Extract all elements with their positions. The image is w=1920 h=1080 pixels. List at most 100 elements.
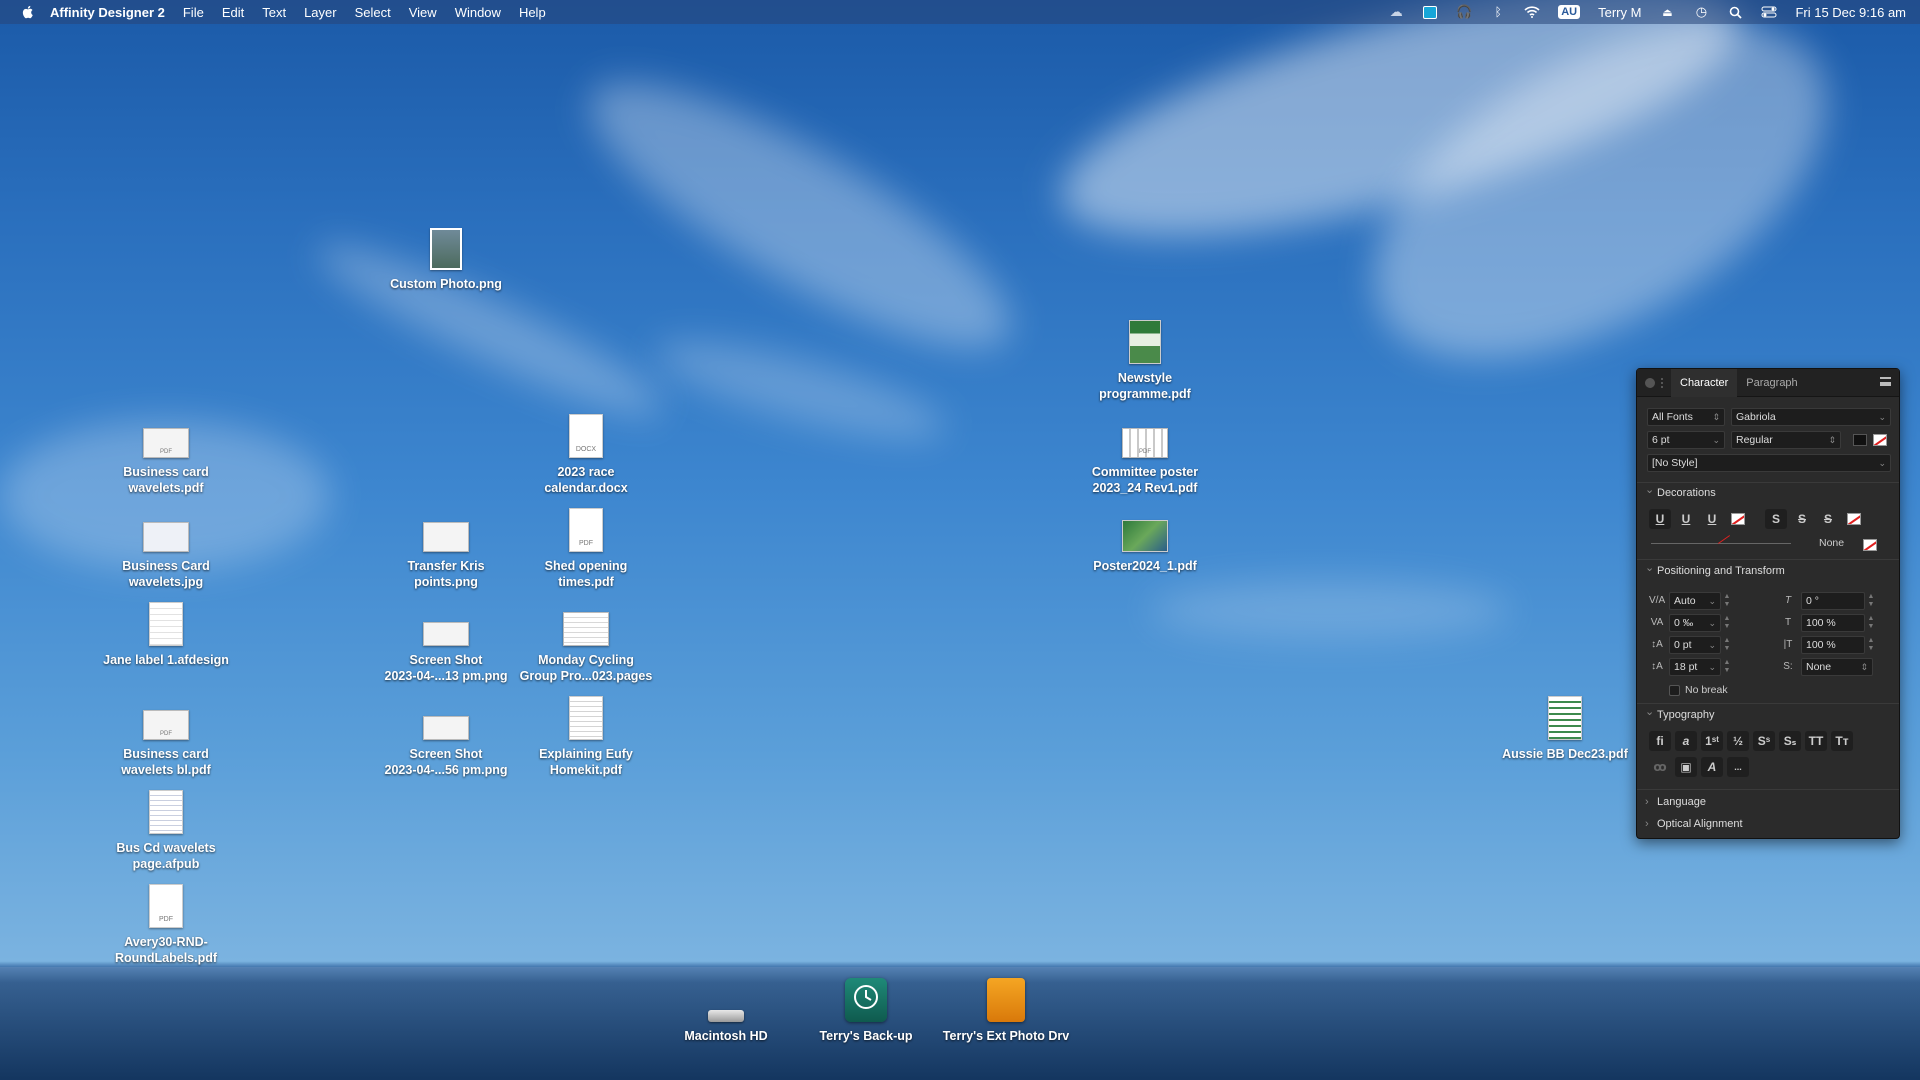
input-source-indicator[interactable]: AU xyxy=(1558,5,1581,19)
text-style-select[interactable]: [No Style] ⌄ xyxy=(1647,454,1891,472)
shear-field[interactable]: 0 ° xyxy=(1801,592,1865,610)
menu-text[interactable]: Text xyxy=(262,5,286,20)
section-language[interactable]: Language xyxy=(1637,792,1899,812)
bluetooth-icon[interactable]: ᛒ xyxy=(1490,5,1506,19)
apple-menu-icon[interactable] xyxy=(20,4,36,20)
ligatures-button[interactable]: fi xyxy=(1649,731,1671,751)
tracking-stepper[interactable]: ▲ ▼ xyxy=(1723,615,1731,631)
clock[interactable]: Fri 15 Dec 9:16 am xyxy=(1795,5,1906,20)
underline-color-none-swatch[interactable] xyxy=(1731,513,1745,525)
status-app-icon[interactable] xyxy=(1422,5,1438,19)
desktop-file-2023-race-calendar[interactable]: DOCX 2023 race calendar.docx xyxy=(511,410,661,496)
subscript-button[interactable]: Sₛ xyxy=(1779,731,1801,751)
no-break-checkbox[interactable] xyxy=(1669,685,1680,696)
tracking-field[interactable]: 0 ‰ ⌄ xyxy=(1669,614,1721,632)
all-caps-button[interactable]: TT xyxy=(1805,731,1827,751)
control-centre-icon[interactable] xyxy=(1761,5,1777,19)
decoration-fill-none-swatch[interactable] xyxy=(1863,539,1877,551)
panel-close-button[interactable] xyxy=(1645,377,1655,388)
menu-help[interactable]: Help xyxy=(519,5,546,20)
text-fill-swatch[interactable] xyxy=(1853,434,1867,446)
drive-macintosh-hd[interactable]: Macintosh HD xyxy=(651,974,801,1044)
tab-character[interactable]: Character xyxy=(1671,368,1738,397)
desktop-file-business-card-wavelets-pdf[interactable]: PDF Business card wavelets.pdf xyxy=(91,410,241,496)
horizontal-scale-field[interactable]: 100 % xyxy=(1801,636,1865,654)
horizontal-scale-stepper[interactable]: ▲ ▼ xyxy=(1867,637,1875,653)
desktop-file-business-card-wavelets-bl[interactable]: PDF Business card wavelets bl.pdf xyxy=(91,692,241,778)
vertical-scale-field[interactable]: 100 % xyxy=(1801,614,1865,632)
menu-file[interactable]: File xyxy=(183,5,204,20)
glyph-case-button[interactable]: ▣ xyxy=(1675,757,1697,777)
ordinals-button[interactable]: 1ˢᵗ xyxy=(1701,731,1723,751)
app-menu[interactable]: Affinity Designer 2 xyxy=(50,5,165,20)
file-label: 2023 race calendar.docx xyxy=(544,465,628,495)
desktop-file-shed-opening-times[interactable]: PDF Shed opening times.pdf xyxy=(511,504,661,590)
discretionary-ligatures-button[interactable]: a xyxy=(1675,731,1697,751)
strikethrough-button[interactable]: S xyxy=(1765,509,1787,529)
creative-cloud-icon[interactable]: ☁ xyxy=(1388,4,1404,19)
underline-double-button[interactable]: U xyxy=(1675,509,1697,529)
underline-single-button[interactable]: U xyxy=(1649,509,1671,529)
desktop-file-transfer-kris-points[interactable]: Transfer Kris points.png xyxy=(371,504,521,590)
position-select[interactable]: None ⇕ xyxy=(1801,658,1873,676)
font-collection-select[interactable]: All Fonts ⇕ xyxy=(1647,408,1725,426)
strikethrough-double-button[interactable]: S xyxy=(1791,509,1813,529)
desktop-file-screen-shot-56pm[interactable]: Screen Shot 2023-04-...56 pm.png xyxy=(371,692,521,778)
baseline-field[interactable]: 0 pt ⌄ xyxy=(1669,636,1721,654)
headphones-icon[interactable]: 🎧 xyxy=(1456,4,1472,19)
more-typography-button[interactable]: ... xyxy=(1727,757,1749,777)
menu-layer[interactable]: Layer xyxy=(304,5,337,20)
swash-button[interactable]: A xyxy=(1701,757,1723,777)
wifi-icon[interactable] xyxy=(1524,5,1540,19)
strikethrough-custom-button[interactable]: S xyxy=(1817,509,1839,529)
desktop-file-newstyle-programme[interactable]: Newstyle programme.pdf xyxy=(1070,316,1220,402)
baseline-stepper[interactable]: ▲ ▼ xyxy=(1723,637,1731,653)
font-style-select[interactable]: Regular ⇕ xyxy=(1731,431,1841,449)
section-typography[interactable]: Typography xyxy=(1637,702,1899,725)
panel-grip-icon[interactable] xyxy=(1661,377,1667,388)
font-size-field[interactable]: 6 pt ⌄ xyxy=(1647,431,1725,449)
drive-terrys-back-up[interactable]: Terry's Back-up xyxy=(791,974,941,1044)
spotlight-search-icon[interactable] xyxy=(1727,5,1743,19)
tab-paragraph[interactable]: Paragraph xyxy=(1737,369,1806,397)
shear-stepper[interactable]: ▲ ▼ xyxy=(1867,593,1875,609)
desktop-file-committee-poster[interactable]: PDF Committee poster 2023_24 Rev1.pdf xyxy=(1070,410,1220,496)
user-name[interactable]: Terry M xyxy=(1598,5,1641,20)
leading-stepper[interactable]: ▲ ▼ xyxy=(1723,659,1731,675)
kerning-stepper[interactable]: ▲ ▼ xyxy=(1723,593,1731,609)
time-machine-status-icon[interactable]: ◷ xyxy=(1693,4,1709,19)
desktop-file-screen-shot-13pm[interactable]: Screen Shot 2023-04-...13 pm.png xyxy=(371,598,521,684)
strike-color-none-swatch[interactable] xyxy=(1847,513,1861,525)
kerning-field[interactable]: Auto ⌄ xyxy=(1669,592,1721,610)
desktop-file-jane-label[interactable]: Jane label 1.afdesign xyxy=(91,598,241,668)
leading-field[interactable]: 18 pt ⌄ xyxy=(1669,658,1721,676)
desktop-file-custom-photo[interactable]: Custom Photo.png xyxy=(371,222,521,292)
text-stroke-none-swatch[interactable] xyxy=(1873,434,1887,446)
desktop-file-bus-cd-wavelets-page[interactable]: Bus Cd wavelets page.afpub xyxy=(91,786,241,872)
desktop-file-avery30[interactable]: PDF Avery30-RND- RoundLabels.pdf xyxy=(91,880,241,966)
menu-view[interactable]: View xyxy=(409,5,437,20)
drive-terrys-ext-photo[interactable]: Terry's Ext Photo Drv xyxy=(931,974,1081,1044)
desktop-file-monday-cycling[interactable]: Monday Cycling Group Pro...023.pages xyxy=(511,598,661,684)
small-caps-button[interactable]: Tᴛ xyxy=(1831,731,1853,751)
panel-menu-icon[interactable] xyxy=(1880,377,1891,386)
superscript-button[interactable]: Sˢ xyxy=(1753,731,1775,751)
section-optical-alignment[interactable]: Optical Alignment xyxy=(1637,814,1899,834)
fractions-button[interactable]: ½ xyxy=(1727,731,1749,751)
eject-icon[interactable]: ⏏ xyxy=(1659,5,1675,19)
menu-edit[interactable]: Edit xyxy=(222,5,244,20)
desktop-file-business-card-wavelets-jpg[interactable]: Business Card wavelets.jpg xyxy=(91,504,241,590)
font-family-select[interactable]: Gabriola ⌄ xyxy=(1731,408,1891,426)
desktop-file-explaining-eufy[interactable]: Explaining Eufy Homekit.pdf xyxy=(511,692,661,778)
desktop-file-poster2024[interactable]: Poster2024_1.pdf xyxy=(1070,504,1220,574)
underline-custom-button[interactable]: U xyxy=(1701,509,1723,529)
stylistic-alternates-button[interactable]: ꝏ xyxy=(1649,757,1671,777)
horizontal-scale-value: 100 % xyxy=(1806,639,1836,651)
section-positioning[interactable]: Positioning and Transform xyxy=(1637,558,1899,581)
section-decorations[interactable]: Decorations xyxy=(1637,480,1899,503)
menu-window[interactable]: Window xyxy=(455,5,501,20)
menu-select[interactable]: Select xyxy=(355,5,391,20)
vertical-scale-stepper[interactable]: ▲ ▼ xyxy=(1867,615,1875,631)
file-label: Business Card wavelets.jpg xyxy=(122,559,210,589)
desktop-file-aussie-bb[interactable]: Aussie BB Dec23.pdf xyxy=(1490,692,1640,762)
